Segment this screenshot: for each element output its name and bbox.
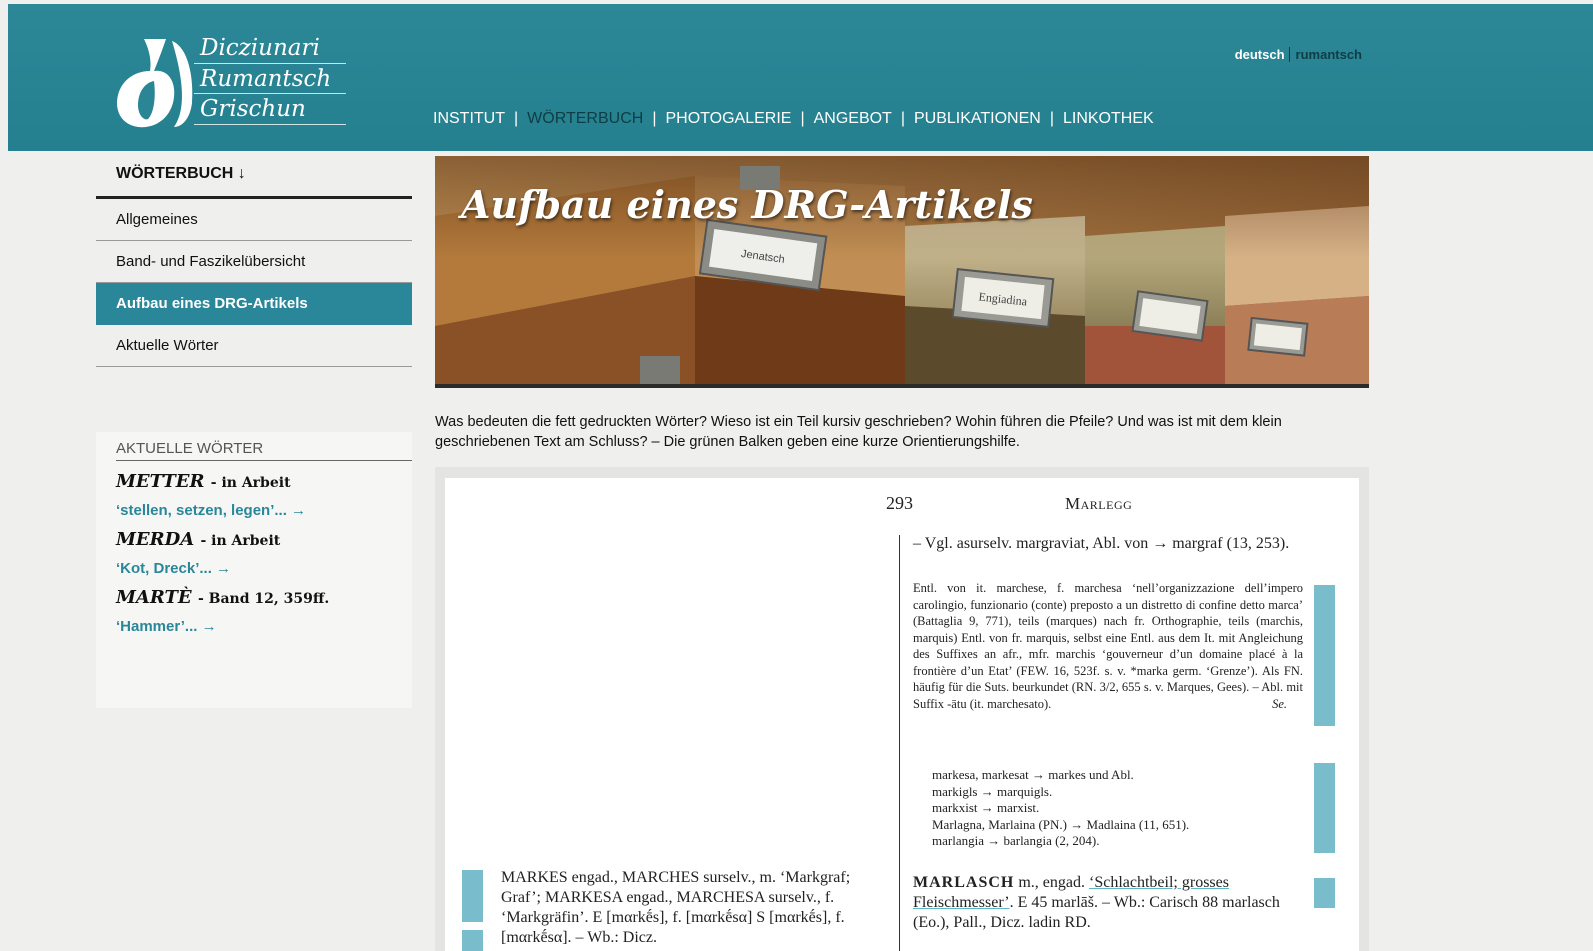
current-word-title: MERDA - in Arbeit: [116, 529, 412, 550]
nav-angebot[interactable]: ANGEBOT: [814, 110, 892, 127]
nav-woerterbuch[interactable]: WÖRTERBUCH: [527, 110, 643, 127]
cross-reference: marlangia → barlangia (2, 204).: [932, 833, 1100, 848]
current-word-status: - in Arbeit: [200, 533, 281, 549]
current-word-gloss-link[interactable]: ‘stellen, setzen, legen’... →: [116, 502, 412, 519]
page-title: Aufbau eines DRG-Artikels: [461, 182, 1033, 227]
current-word-gloss-link[interactable]: ‘Kot, Dreck’... →: [116, 560, 412, 577]
logo-rule: [194, 124, 346, 125]
current-word-title: METTER - in Arbeit: [116, 471, 412, 492]
orientation-bar[interactable]: [462, 870, 483, 922]
nav-separator: |: [900, 110, 905, 127]
sidebar-heading[interactable]: WÖRTERBUCH ↓: [96, 156, 412, 199]
nav-photogalerie[interactable]: PHOTOGALERIE: [665, 110, 791, 127]
etymology-text: Entl. von it. marchese, f. marchesa ‘nel…: [913, 581, 1303, 711]
nav-institut[interactable]: INSTITUT: [433, 110, 505, 127]
current-word-title: MARTÈ - Band 12, 359ff.: [116, 587, 412, 608]
current-word: MARTÈ: [116, 587, 192, 608]
language-switcher: deutsch rumantsch: [1235, 47, 1362, 62]
logo-text-line-2: Rumantsch: [200, 66, 332, 92]
orientation-bar[interactable]: [462, 930, 483, 951]
cross-reference: Marlagna, Marlaina (PN.) → Madlaina (11,…: [932, 816, 1190, 832]
cross-reference: markxist → marxist.: [932, 800, 1040, 815]
sidebar-navigation: WÖRTERBUCH ↓ Allgemeines Band- und Faszi…: [96, 156, 412, 367]
drg-logo-icon[interactable]: [114, 37, 194, 129]
nav-publikationen[interactable]: PUBLIKATIONEN: [914, 110, 1041, 127]
site-header: Dicziunari Rumantsch Grischun deutsch rum…: [8, 4, 1593, 151]
current-word-gloss-link[interactable]: ‘Hammer’... →: [116, 618, 412, 635]
nav-separator: |: [652, 110, 657, 127]
orientation-bar[interactable]: [1314, 763, 1335, 853]
cross-reference: markesa, markesat → markes und Abl.: [932, 767, 1134, 782]
cross-reference-list: markesa, markesat → markes und Abl. mark…: [932, 767, 1302, 850]
grammar-info: m., engad.: [1014, 874, 1089, 891]
page-banner: Jenatsch Engiadina Aufbau eines DRG-Arti…: [435, 156, 1369, 384]
article-entry-marlasch: MARLASCH m., engad. ‘Schlachtbeil; gross…: [913, 873, 1303, 933]
nav-separator: |: [800, 110, 805, 127]
author-signature: Se.: [1272, 696, 1287, 711]
nav-linkothek[interactable]: LINKOTHEK: [1063, 110, 1154, 127]
current-word-status: - Band 12, 359ff.: [197, 591, 330, 607]
current-word-status: - in Arbeit: [210, 475, 291, 491]
aktuelle-woerter-heading: AKTUELLE WÖRTER: [116, 440, 412, 461]
headword: MARLASCH: [913, 874, 1015, 891]
article-sample-page: 293 Marlegg – Vgl. asurselv. margraviat,…: [445, 478, 1359, 951]
current-word: MERDA: [116, 529, 195, 550]
logo-text-line-1: Dicziunari: [200, 35, 320, 61]
aktuelle-woerter-box: AKTUELLE WÖRTER METTER - in Arbeit ‘stel…: [96, 432, 412, 708]
page-number: 293: [886, 493, 913, 513]
orientation-bar[interactable]: [1314, 585, 1335, 726]
banner-divider: [435, 384, 1369, 388]
lang-link-deutsch[interactable]: deutsch: [1235, 47, 1285, 62]
running-head: Marlegg: [1065, 494, 1133, 513]
logo-rule: [194, 93, 346, 94]
current-word: METTER: [116, 471, 205, 492]
sidebar-item-aktuelle-woerter[interactable]: Aktuelle Wörter: [96, 325, 412, 367]
column-rule: [899, 535, 900, 951]
nav-separator: |: [1049, 110, 1054, 127]
intro-text: Was bedeuten die fett gedruckten Wörter?…: [435, 414, 1282, 450]
sidebar-item-band-und-faszikeluebersicht[interactable]: Band- und Faszikelübersicht: [96, 241, 412, 283]
orientation-bar[interactable]: [1314, 878, 1335, 908]
cross-reference: markigls → marquigls.: [932, 783, 1053, 799]
article-paragraph: – Vgl. asurselv. margraviat, Abl. von → …: [913, 535, 1290, 552]
lang-link-rumantsch[interactable]: rumantsch: [1288, 47, 1362, 62]
logo-text-line-3: Grischun: [200, 96, 306, 122]
nav-separator: |: [514, 110, 519, 127]
etymology-paragraph: Entl. von it. marchese, f. marchesa ‘nel…: [913, 580, 1303, 712]
sidebar-item-aufbau-eines-drg-artikels[interactable]: Aufbau eines DRG-Artikels: [96, 283, 412, 325]
logo-rule: [194, 63, 346, 64]
article-entry-markes: MARKES engad., MARCHES surselv., m. ‘Mar…: [501, 869, 851, 946]
sidebar-item-allgemeines[interactable]: Allgemeines: [96, 199, 412, 241]
main-navigation: INSTITUT | WÖRTERBUCH | PHOTOGALERIE | ANGEBOT…: [433, 110, 1154, 128]
